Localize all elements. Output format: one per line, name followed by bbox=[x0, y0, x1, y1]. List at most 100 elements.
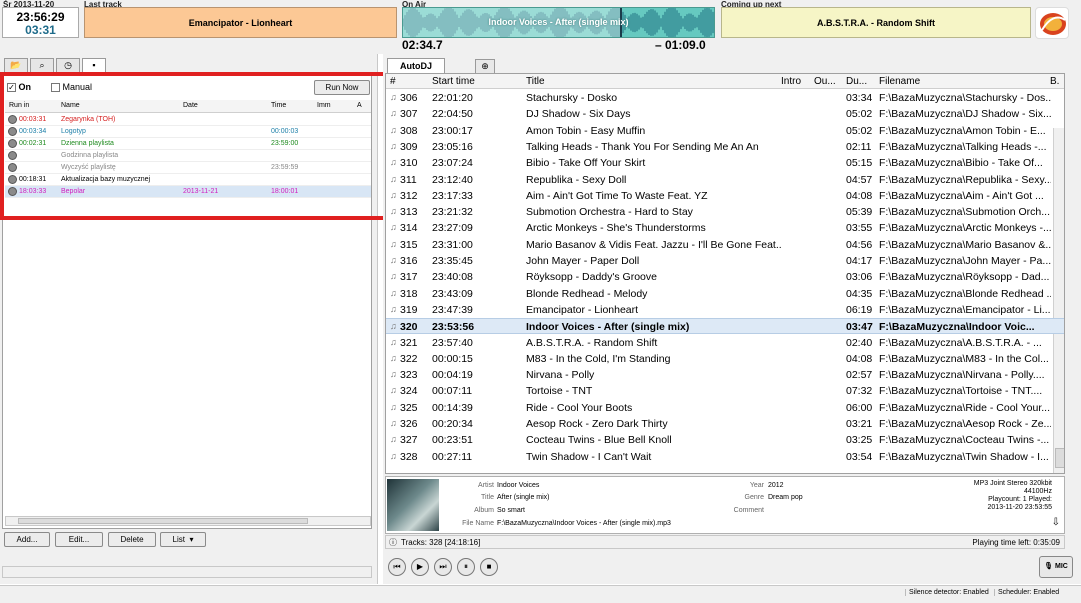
track-title: M83 - In the Cold, I'm Standing bbox=[526, 352, 671, 365]
last-track-box[interactable]: Emancipator - Lionheart bbox=[84, 7, 397, 38]
filename: F:\BazaMuzyczna\A.B.S.T.R.A. - ... bbox=[879, 336, 1042, 349]
filename: F:\BazaMuzyczna\Mario Basanov &... bbox=[879, 238, 1051, 251]
playlist-row[interactable]: ♫ 312 23:17:33 Aim - Ain't Got Time To Wast… bbox=[386, 188, 1064, 204]
scheduler-horizontal-scrollbar[interactable] bbox=[5, 516, 371, 526]
playlist-row[interactable]: ♫ 314 23:27:09 Arctic Monkeys - She's Thund… bbox=[386, 220, 1064, 236]
playlist-row[interactable]: ♫ 321 23:57:40 A.B.S.T.R.A. - Random Shift 0… bbox=[386, 335, 1064, 351]
playlist-row[interactable]: ♫ 317 23:40:08 Röyksopp - Daddy's Groove 03:… bbox=[386, 269, 1064, 285]
display-icon[interactable]: ▪ bbox=[82, 58, 106, 72]
scheduler-row[interactable]: 00:18:31 Aktualizacja bazy muzycznej bbox=[5, 174, 371, 186]
column-header[interactable]: Title bbox=[526, 76, 545, 87]
pause-icon[interactable]: ⏸ bbox=[457, 558, 475, 576]
add-tab-icon[interactable]: ⊕ bbox=[475, 59, 495, 73]
playlist-row[interactable]: ♫ 316 23:35:45 John Mayer - Paper Doll 04:17… bbox=[386, 253, 1064, 269]
column-header[interactable]: Intro bbox=[781, 76, 801, 87]
column-header[interactable]: Imm bbox=[317, 102, 331, 109]
playlist-row[interactable]: ♫ 313 23:21:32 Submotion Orchestra - Hard t… bbox=[386, 204, 1064, 220]
track-title: Cocteau Twins - Blue Bell Knoll bbox=[526, 434, 672, 447]
mic-button[interactable]: 🎙 MIC bbox=[1039, 556, 1073, 578]
start-time: 00:23:51 bbox=[432, 434, 473, 447]
next-track-box[interactable]: A.B.S.T.R.A. - Random Shift bbox=[721, 7, 1031, 38]
playlist-row[interactable]: ♫ 307 22:04:50 DJ Shadow - Six Days 05:02 F:\… bbox=[386, 106, 1064, 122]
playlist-row[interactable]: ♫ 322 00:00:15 M83 - In the Cold, I'm Stand… bbox=[386, 351, 1064, 367]
manual-checkbox-label: Manual bbox=[62, 82, 93, 92]
playlist-row[interactable]: ♫ 326 00:20:34 Aesop Rock - Zero Dark Thirt… bbox=[386, 416, 1064, 432]
scheduler-row[interactable]: Godzinna playlista bbox=[5, 150, 371, 162]
track-title: Emancipator - Lionheart bbox=[526, 303, 639, 316]
download-icon[interactable]: ⇩ bbox=[1052, 517, 1060, 528]
column-header[interactable]: Run in bbox=[9, 102, 29, 109]
column-header[interactable]: B. bbox=[1050, 76, 1059, 87]
playlist-row[interactable]: ♫ 318 23:43:09 Blonde Redhead - Melody 04:35… bbox=[386, 286, 1064, 302]
music-note-icon: ♫ bbox=[390, 189, 397, 200]
column-header[interactable]: Date bbox=[183, 102, 198, 109]
scheduler-row[interactable]: 00:03:31 Zegarynka (TOH) bbox=[5, 114, 371, 126]
start-time: 23:07:24 bbox=[432, 157, 473, 170]
scheduler-row[interactable]: 00:03:34 Logotyp 00:00:03 bbox=[5, 126, 371, 138]
event-icon bbox=[8, 187, 17, 196]
track-title: Mario Basanov & Vidis Feat. Jazzu - I'll… bbox=[526, 238, 781, 251]
checkbox-checked-icon: ✓ bbox=[7, 83, 16, 93]
edit-button[interactable]: Edit... bbox=[55, 532, 103, 547]
filename: F:\BazaMuzyczna\Röyksopp - Dad... bbox=[879, 271, 1050, 284]
folder-icon[interactable]: 📂 bbox=[4, 58, 28, 72]
playlist-row[interactable]: ♫ 319 23:47:39 Emancipator - Lionheart 06:19… bbox=[386, 302, 1064, 318]
playlist-row[interactable]: ♫ 324 00:07:11 Tortoise - TNT 07:32 F:\BazaMu… bbox=[386, 383, 1064, 399]
playlist-row[interactable]: ♫ 323 00:04:19 Nirvana - Polly 02:57 F:\BazaM… bbox=[386, 367, 1064, 383]
track-number: 313 bbox=[400, 206, 418, 219]
playlist-row[interactable]: ♫ 328 00:27:11 Twin Shadow - I Can't Wait 03… bbox=[386, 449, 1064, 465]
next-icon[interactable]: ⏭ bbox=[434, 558, 452, 576]
filename: F:\BazaMuzyczna\Arctic Monkeys -... bbox=[879, 222, 1051, 235]
playlist-row[interactable]: ♫ 327 00:23:51 Cocteau Twins - Blue Bell Kn… bbox=[386, 432, 1064, 448]
column-header[interactable]: Du... bbox=[846, 76, 867, 87]
column-header[interactable]: Ou... bbox=[814, 76, 836, 87]
scheduler-row[interactable]: Wyczyść playlistę 23:59:59 bbox=[5, 162, 371, 174]
scrollbar-thumb[interactable] bbox=[18, 518, 308, 524]
start-time: 00:07:11 bbox=[432, 385, 473, 398]
filename: F:\BazaMuzyczna\Emancipator - Li... bbox=[879, 303, 1051, 316]
playlist-row[interactable]: ♫ 311 23:12:40 Republika - Sexy Doll 04:57 F:… bbox=[386, 172, 1064, 188]
run-in-cell: 00:03:31 bbox=[19, 116, 47, 123]
column-header[interactable]: Start time bbox=[432, 76, 475, 87]
scheduler-row[interactable]: 00:02:31 Dzienna playlista 23:59:00 bbox=[5, 138, 371, 150]
playlist-row[interactable]: ♫ 308 23:00:17 Amon Tobin - Easy Muffin 05:0… bbox=[386, 123, 1064, 139]
duration: 03:25 bbox=[846, 434, 873, 447]
column-header[interactable]: Filename bbox=[879, 76, 920, 87]
on-checkbox[interactable]: ✓ On bbox=[7, 82, 31, 93]
playlist-row[interactable]: ♫ 320 23:53:56 Indoor Voices - After (singl… bbox=[386, 318, 1064, 335]
search-icon[interactable]: ⌕ bbox=[30, 58, 54, 72]
playlist-row[interactable]: ♫ 315 23:31:00 Mario Basanov & Vidis Feat. … bbox=[386, 237, 1064, 253]
playlist-row[interactable]: ♫ 310 23:07:24 Bibio - Take Off Your Skirt 0… bbox=[386, 155, 1064, 171]
clock-icon[interactable]: ◷ bbox=[56, 58, 80, 72]
list-button-label: List bbox=[172, 535, 185, 544]
playlist-row[interactable]: ♫ 306 22:01:20 Stachursky - Dosko 03:34 F:\Ba… bbox=[386, 90, 1064, 106]
scheduler-row[interactable]: 18:03:33 Bepolar 2013-11-21 18:00:01 bbox=[5, 186, 371, 198]
column-header[interactable]: Name bbox=[61, 102, 80, 109]
track-title: Ride - Cool Your Boots bbox=[526, 401, 633, 414]
left-bottom-scrollbar[interactable] bbox=[2, 566, 372, 578]
delete-button[interactable]: Delete bbox=[108, 532, 156, 547]
waveform-display[interactable]: Indoor Voices - After (single mix) bbox=[402, 7, 715, 38]
music-note-icon: ♫ bbox=[390, 287, 397, 298]
duration: 03:21 bbox=[846, 418, 873, 430]
track-number: 314 bbox=[400, 222, 418, 235]
next-track-name: A.B.S.T.R.A. - Random Shift bbox=[817, 18, 935, 28]
playlist-row[interactable]: ♫ 325 00:14:39 Ride - Cool Your Boots 06:00 F… bbox=[386, 400, 1064, 416]
column-header[interactable]: A bbox=[357, 102, 362, 109]
column-header[interactable]: # bbox=[390, 76, 396, 87]
track-number: 324 bbox=[400, 385, 418, 398]
column-header[interactable]: Time bbox=[271, 102, 286, 109]
manual-checkbox[interactable]: Manual bbox=[51, 82, 93, 93]
add-button[interactable]: Add... bbox=[4, 532, 50, 547]
tab-autodj[interactable]: AutoDJ bbox=[387, 58, 445, 73]
track-title: John Mayer - Paper Doll bbox=[526, 255, 640, 267]
list-dropdown-button[interactable]: List ▾ bbox=[160, 532, 206, 547]
play-icon[interactable]: ▶ bbox=[411, 558, 429, 576]
filename: F:\BazaMuzyczna\Indoor Voic... bbox=[879, 321, 1035, 334]
music-note-icon: ♫ bbox=[390, 401, 397, 412]
previous-icon[interactable]: ⏮ bbox=[388, 558, 406, 576]
playlist-row[interactable]: ♫ 309 23:05:16 Talking Heads - Thank You Fo… bbox=[386, 139, 1064, 155]
stop-icon[interactable]: ■ bbox=[480, 558, 498, 576]
run-now-button[interactable]: Run Now bbox=[314, 80, 370, 95]
clock-remaining: 03:31 bbox=[25, 23, 56, 37]
